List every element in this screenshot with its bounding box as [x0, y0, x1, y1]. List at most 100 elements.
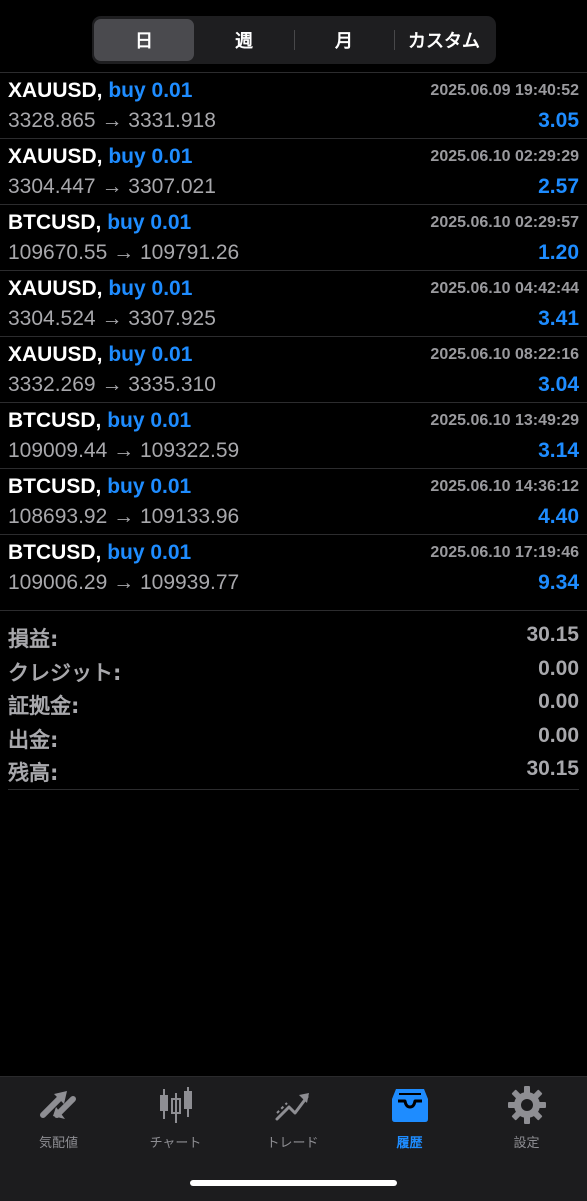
settings-gear-icon — [507, 1085, 547, 1125]
price-arrow: → — [113, 505, 135, 528]
trade-open-price: 3304.447 — [8, 175, 96, 198]
trade-profit: 3.41 — [538, 307, 579, 330]
trade-side: buy 0.01 — [108, 79, 193, 102]
summary-label: 出金: — [8, 727, 59, 752]
period-segmented-control: 日 週 月 カスタム — [92, 16, 496, 64]
tab-label: トレード — [266, 1136, 319, 1151]
tab-quotes[interactable]: 気配値 — [0, 1085, 117, 1151]
trade-profit: 3.04 — [538, 373, 579, 396]
period-tab-day[interactable]: 日 — [94, 19, 194, 61]
trade-side: buy 0.01 — [107, 475, 192, 498]
tab-settings[interactable]: 設定 — [468, 1085, 585, 1151]
tab-label: 気配値 — [38, 1136, 78, 1151]
quotes-arrows-icon — [39, 1085, 79, 1125]
trade-symbol: BTCUSD, — [8, 541, 102, 564]
trade-profit: 3.14 — [538, 439, 579, 462]
trade-symbol: XAUUSD, — [8, 343, 103, 366]
trade-side: buy 0.01 — [108, 277, 193, 300]
trade-close-price: 3307.021 — [128, 175, 216, 198]
summary-value: 0.00 — [538, 656, 579, 680]
trade-profit: 1.20 — [538, 241, 579, 264]
trade-side: buy 0.01 — [108, 145, 193, 168]
summary-value: 30.15 — [526, 623, 579, 646]
summary-label: クレジット: — [8, 660, 122, 685]
trade-time: 2025.06.10 13:49:29 — [430, 412, 579, 429]
trade-close-price: 3331.918 — [128, 109, 216, 132]
trade-time: 2025.06.10 08:22:16 — [430, 346, 579, 363]
trade-history-list: XAUUSD, buy 0.01 2025.06.09 19:40:52 332… — [0, 72, 587, 600]
period-tab-month[interactable]: 月 — [294, 19, 394, 61]
trade-close-price: 109322.59 — [139, 439, 240, 462]
summary-value: 0.00 — [538, 723, 579, 747]
summary-label: 証拠金: — [8, 694, 80, 718]
trade-close-price: 109939.77 — [139, 571, 240, 594]
summary-row-balance: 残高: 30.15 — [0, 755, 587, 789]
summary-row-margin: 証拠金: 0.00 — [0, 688, 587, 722]
trade-symbol: XAUUSD, — [8, 145, 103, 168]
trade-open-price: 3304.524 — [8, 307, 96, 330]
trade-time: 2025.06.09 19:40:52 — [430, 82, 579, 99]
price-arrow: → — [101, 373, 123, 396]
trade-symbol: BTCUSD, — [8, 409, 102, 432]
trade-symbol: XAUUSD, — [8, 79, 103, 102]
trade-time: 2025.06.10 02:29:29 — [430, 148, 579, 165]
account-summary: 損益: 30.15 クレジット: 0.00 証拠金: 0.00 出金: 0.00… — [0, 610, 587, 789]
summary-value: 0.00 — [538, 690, 579, 713]
trade-open-price: 109009.44 — [8, 439, 108, 462]
trade-close-price: 3335.310 — [128, 373, 216, 396]
trade-profit: 3.05 — [538, 109, 579, 132]
tab-chart[interactable]: チャート — [117, 1085, 234, 1151]
trade-row[interactable]: XAUUSD, buy 0.01 2025.06.10 04:42:44 330… — [0, 270, 587, 336]
summary-row-credit: クレジット: 0.00 — [0, 655, 587, 689]
summary-divider — [8, 789, 579, 790]
price-arrow: → — [101, 307, 123, 330]
summary-label: 残高: — [8, 761, 59, 785]
trade-row[interactable]: XAUUSD, buy 0.01 2025.06.10 02:29:29 330… — [0, 138, 587, 204]
price-arrow: → — [101, 175, 123, 198]
price-arrow: → — [101, 109, 123, 132]
trade-row[interactable]: BTCUSD, buy 0.01 2025.06.10 02:29:57 109… — [0, 204, 587, 270]
trade-symbol: BTCUSD, — [8, 211, 102, 234]
tab-label: 設定 — [513, 1136, 540, 1151]
trade-row[interactable]: BTCUSD, buy 0.01 2025.06.10 13:49:29 109… — [0, 402, 587, 468]
trade-time: 2025.06.10 04:42:44 — [430, 280, 579, 297]
trade-close-price: 109791.26 — [139, 241, 240, 264]
period-tab-custom[interactable]: カスタム — [394, 19, 494, 61]
trade-time: 2025.06.10 17:19:46 — [430, 544, 579, 561]
trade-time: 2025.06.10 02:29:57 — [430, 214, 579, 231]
tab-label: 履歴 — [396, 1136, 423, 1151]
history-inbox-icon — [390, 1085, 430, 1125]
tab-history[interactable]: 履歴 — [351, 1085, 468, 1151]
tab-trade[interactable]: トレード — [234, 1085, 351, 1151]
tab-label: チャート — [149, 1136, 202, 1151]
trade-symbol: BTCUSD, — [8, 475, 102, 498]
trade-side: buy 0.01 — [108, 343, 193, 366]
trade-time: 2025.06.10 14:36:12 — [430, 478, 579, 495]
trade-row[interactable]: BTCUSD, buy 0.01 2025.06.10 14:36:12 108… — [0, 468, 587, 534]
price-arrow: → — [113, 241, 135, 264]
trade-open-price: 109670.55 — [8, 241, 108, 264]
trade-row[interactable]: XAUUSD, buy 0.01 2025.06.09 19:40:52 332… — [0, 72, 587, 138]
trade-symbol: XAUUSD, — [8, 277, 103, 300]
price-arrow: → — [113, 571, 135, 594]
trade-side: buy 0.01 — [107, 211, 192, 234]
trade-profit: 9.34 — [538, 571, 579, 594]
trade-open-price: 3328.865 — [8, 109, 96, 132]
home-indicator — [190, 1180, 397, 1186]
summary-row-withdrawal: 出金: 0.00 — [0, 722, 587, 756]
summary-row-profit: 損益: 30.15 — [0, 621, 587, 655]
trade-trend-icon — [273, 1085, 313, 1125]
trade-side: buy 0.01 — [107, 409, 192, 432]
trade-row[interactable]: BTCUSD, buy 0.01 2025.06.10 17:19:46 109… — [0, 534, 587, 600]
candlestick-chart-icon — [156, 1085, 196, 1125]
price-arrow: → — [113, 439, 135, 462]
trade-close-price: 3307.925 — [128, 307, 216, 330]
trade-open-price: 108693.92 — [8, 505, 108, 528]
trade-row[interactable]: XAUUSD, buy 0.01 2025.06.10 08:22:16 333… — [0, 336, 587, 402]
trade-open-price: 3332.269 — [8, 373, 96, 396]
trade-open-price: 109006.29 — [8, 571, 108, 594]
period-tab-week[interactable]: 週 — [194, 19, 294, 61]
trade-profit: 4.40 — [538, 505, 579, 528]
trade-profit: 2.57 — [538, 175, 579, 198]
summary-label: 損益: — [8, 627, 59, 651]
